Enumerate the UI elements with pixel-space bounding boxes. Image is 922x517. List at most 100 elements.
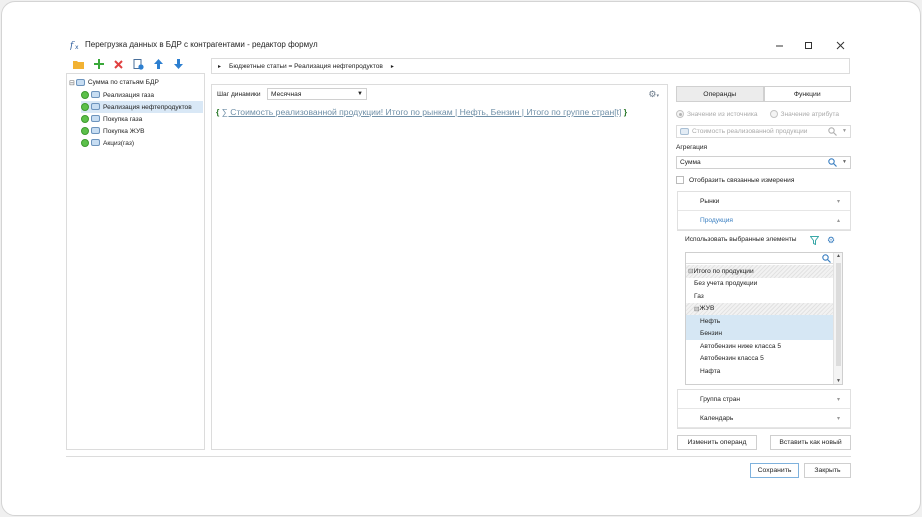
aggregation-select[interactable]: Сумма ▼ [676, 156, 851, 169]
product-list: ▲ ▼ ⊟ Итого по продукции Без учета продукц… [685, 252, 843, 385]
search-icon[interactable] [822, 254, 831, 265]
window-title: Перегрузка данных в БДР с контрагентами … [85, 40, 318, 49]
chevron-down-icon[interactable]: ▼ [842, 159, 847, 165]
move-up-button[interactable] [152, 58, 165, 71]
value-source-radios: Значение из источника Значение атрибута [676, 110, 839, 118]
status-dot-icon [81, 115, 89, 123]
show-related-label: Отобразить связанные измерения [689, 176, 795, 184]
close-window-button[interactable] [833, 38, 847, 52]
scroll-down-icon[interactable]: ▼ [836, 378, 841, 384]
panel-tabs: Операнды Функции [676, 86, 851, 102]
list-item-label: Бензин [700, 330, 722, 338]
formula-operand[interactable]: ∑ Стоимость реализованной продукции! Ито… [222, 107, 622, 117]
arrow-up-icon [154, 59, 163, 69]
chevron-down-icon: ▾ [836, 396, 840, 403]
scroll-thumb[interactable] [836, 263, 841, 366]
search-icon[interactable] [828, 127, 837, 138]
article-icon [91, 127, 100, 134]
use-selected-label: Использовать выбранные элементы [685, 236, 797, 243]
list-item[interactable]: ⊟ ЖУВ [686, 302, 833, 315]
aggregation-label: Агрегация [676, 144, 708, 151]
add-button[interactable] [92, 58, 105, 71]
article-tree: ⊟ Сумма по статьям БДР Реализация газа Р… [66, 73, 205, 450]
formula-brace-open: { [216, 107, 220, 117]
list-item[interactable]: Нефть [686, 315, 833, 328]
tab-operands[interactable]: Операнды [676, 86, 764, 102]
dimension-markets[interactable]: Рынки ▾ [678, 192, 850, 211]
tree-item-label: Реализация нефтепродуктов [103, 103, 192, 111]
radio-source[interactable]: Значение из источника [676, 110, 758, 118]
tree-item[interactable]: Покупка газа [81, 113, 142, 125]
status-dot-icon [81, 91, 89, 99]
close-button[interactable]: Закрыть [804, 463, 851, 478]
chevron-down-icon: ▼ [357, 91, 363, 97]
maximize-button[interactable] [801, 38, 815, 52]
list-item[interactable]: Бензин [686, 327, 833, 340]
move-down-button[interactable] [172, 58, 185, 71]
minimize-button[interactable] [772, 38, 786, 52]
group-icon [75, 78, 85, 86]
status-dot-icon [81, 127, 89, 135]
folder-icon [72, 61, 84, 69]
formula-brace-close: } [623, 107, 628, 117]
chevron-down-icon: ▾ [836, 415, 840, 422]
change-operand-button[interactable]: Изменить операнд [677, 435, 757, 450]
chevron-down-icon: ▾ [836, 198, 840, 205]
tree-item[interactable]: Акциз(газ) [81, 137, 134, 149]
status-dot-icon [81, 103, 89, 111]
dimension-products[interactable]: Продукция ▴ [678, 211, 850, 230]
list-item[interactable]: Нафта [686, 365, 833, 378]
gear-icon[interactable]: ⚙ [827, 235, 835, 246]
list-item[interactable]: Автобензин класса 5 [686, 353, 833, 366]
list-item[interactable]: Автобензин ниже класса 5 [686, 340, 833, 353]
show-related-checkbox-row[interactable]: Отобразить связанные измерения [676, 176, 794, 184]
footer-divider [66, 456, 851, 457]
tree-item-label: Покупка ЖУВ [103, 127, 145, 135]
breadcrumb-text[interactable]: Бюджетные статьи = Реализация нефтепроду… [229, 63, 383, 70]
chevron-right-icon[interactable]: ▸ [391, 63, 394, 70]
show-related-checkbox[interactable] [676, 176, 684, 184]
scroll-up-icon[interactable]: ▲ [836, 253, 841, 259]
maximize-icon [804, 41, 812, 49]
dimension-calendar[interactable]: Календарь ▾ [678, 409, 850, 428]
aggregation-value: Сумма [680, 159, 701, 166]
formula-text-area[interactable]: { ∑ Стоимость реализованной продукции! И… [216, 107, 627, 117]
tree-toolbar [72, 57, 185, 71]
tree-item[interactable]: Реализация нефтепродуктов [81, 101, 203, 113]
tree-item[interactable]: Реализация газа [81, 89, 154, 101]
dimension-country-group[interactable]: Группа стран ▾ [678, 390, 850, 409]
tree-item[interactable]: Покупка ЖУВ [81, 125, 145, 137]
radio-circle [769, 110, 778, 118]
list-item-label: Итого по продукции [693, 267, 754, 275]
filter-icon[interactable] [809, 236, 820, 247]
dimension-label: Календарь [700, 414, 734, 422]
source-field[interactable]: Стоимость реализованной продукции ▼ [676, 125, 851, 138]
dimension-label: Группа стран [700, 395, 741, 403]
radio-attribute[interactable]: Значение атрибута [769, 110, 839, 118]
list-item[interactable]: Без учета продукции [686, 278, 833, 291]
chevron-right-icon[interactable]: ▸ [218, 63, 221, 70]
open-folder-button[interactable] [72, 58, 85, 71]
chevron-up-icon: ▴ [836, 217, 840, 224]
settings-gear-icon[interactable]: ⚙▾ [648, 89, 659, 100]
list-scrollbar[interactable]: ▲ ▼ [833, 253, 842, 384]
search-icon[interactable] [828, 158, 837, 169]
step-select[interactable]: Месячная ▼ [267, 88, 367, 100]
list-item[interactable]: Газ [686, 290, 833, 303]
save-button[interactable]: Сохранить [750, 463, 799, 478]
insert-new-button[interactable]: Вставить как новый [770, 435, 851, 450]
list-item-label: Нафта [700, 367, 721, 375]
list-item-label: Газ [694, 292, 704, 300]
tab-functions[interactable]: Функции [763, 86, 851, 102]
formula-editor-icon: f x [70, 41, 79, 50]
list-search-input[interactable] [686, 253, 833, 264]
list-item[interactable]: ⊟ Итого по продукции [686, 265, 833, 278]
delete-icon [114, 59, 123, 69]
tree-root[interactable]: ⊟ Сумма по статьям БДР [69, 77, 159, 88]
arrow-down-icon [174, 59, 183, 69]
properties-button[interactable] [132, 58, 145, 71]
delete-button[interactable] [112, 58, 125, 71]
chevron-down-icon[interactable]: ▼ [842, 128, 847, 134]
step-label: Шаг динамики [217, 91, 261, 98]
collapse-icon[interactable]: ⊟ [69, 79, 75, 87]
